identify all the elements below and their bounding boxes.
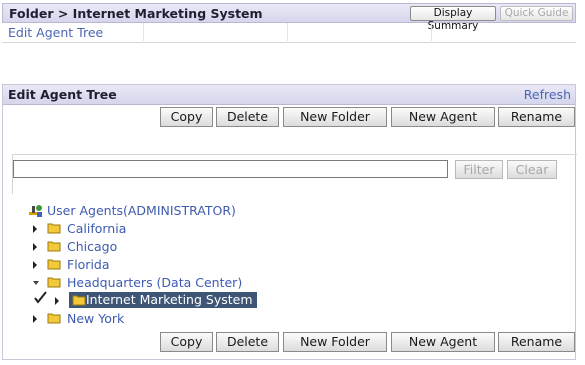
action-links-row: Edit Agent Tree <box>2 23 576 43</box>
new-folder-button[interactable]: New Folder <box>283 332 387 352</box>
expand-arrow-icon[interactable] <box>33 315 37 323</box>
user-agents-icon <box>29 205 42 217</box>
new-agent-button[interactable]: New Agent <box>391 332 495 352</box>
collapse-arrow-icon[interactable] <box>33 281 39 285</box>
panel-header: Edit Agent Tree Refresh <box>3 85 575 105</box>
divider <box>287 23 288 41</box>
tree-node-label-selected[interactable]: Internet Marketing System <box>69 292 257 308</box>
tree-node-label[interactable]: Headquarters (Data Center) <box>67 275 242 290</box>
refresh-link[interactable]: Refresh <box>524 87 571 102</box>
new-folder-button[interactable]: New Folder <box>283 107 387 127</box>
new-agent-button[interactable]: New Agent <box>391 107 495 127</box>
panel-title: Edit Agent Tree <box>8 87 117 102</box>
divider <box>431 23 432 41</box>
folder-icon <box>47 241 61 252</box>
tree-node-label[interactable]: California <box>67 221 126 236</box>
clear-button[interactable]: Clear <box>507 160 557 179</box>
folder-icon <box>47 313 61 324</box>
quick-guide-button[interactable]: Quick Guide <box>500 6 573 21</box>
expand-arrow-icon[interactable] <box>33 243 37 251</box>
expand-arrow-icon[interactable] <box>33 261 37 269</box>
filter-button[interactable]: Filter <box>455 160 503 179</box>
delete-button[interactable]: Delete <box>216 107 279 127</box>
rename-button[interactable]: Rename <box>498 107 575 127</box>
edit-agent-tree-link[interactable]: Edit Agent Tree <box>8 25 103 40</box>
tree-node-label[interactable]: Chicago <box>67 239 117 254</box>
display-summary-button[interactable]: Display Summary <box>410 6 496 32</box>
breadcrumb: Folder > Internet Marketing System <box>9 6 263 21</box>
checkmark-icon <box>34 291 47 304</box>
copy-button[interactable]: Copy <box>160 332 213 352</box>
tree-node-label[interactable]: New York <box>67 311 124 326</box>
folder-icon <box>47 259 61 270</box>
delete-button[interactable]: Delete <box>216 332 279 352</box>
divider <box>143 23 144 41</box>
copy-button[interactable]: Copy <box>160 107 213 127</box>
folder-icon <box>72 295 86 306</box>
expand-arrow-icon[interactable] <box>33 225 37 233</box>
rename-button[interactable]: Rename <box>498 332 575 352</box>
breadcrumb-bar: Folder > Internet Marketing System Displ… <box>2 3 576 32</box>
filter-input[interactable] <box>13 160 448 178</box>
tree-node-label[interactable]: Florida <box>67 257 110 272</box>
folder-icon <box>47 223 61 234</box>
tree-root-label[interactable]: User Agents(ADMINISTRATOR) <box>47 203 236 218</box>
expand-arrow-icon[interactable] <box>55 297 59 305</box>
folder-open-icon <box>47 277 61 288</box>
